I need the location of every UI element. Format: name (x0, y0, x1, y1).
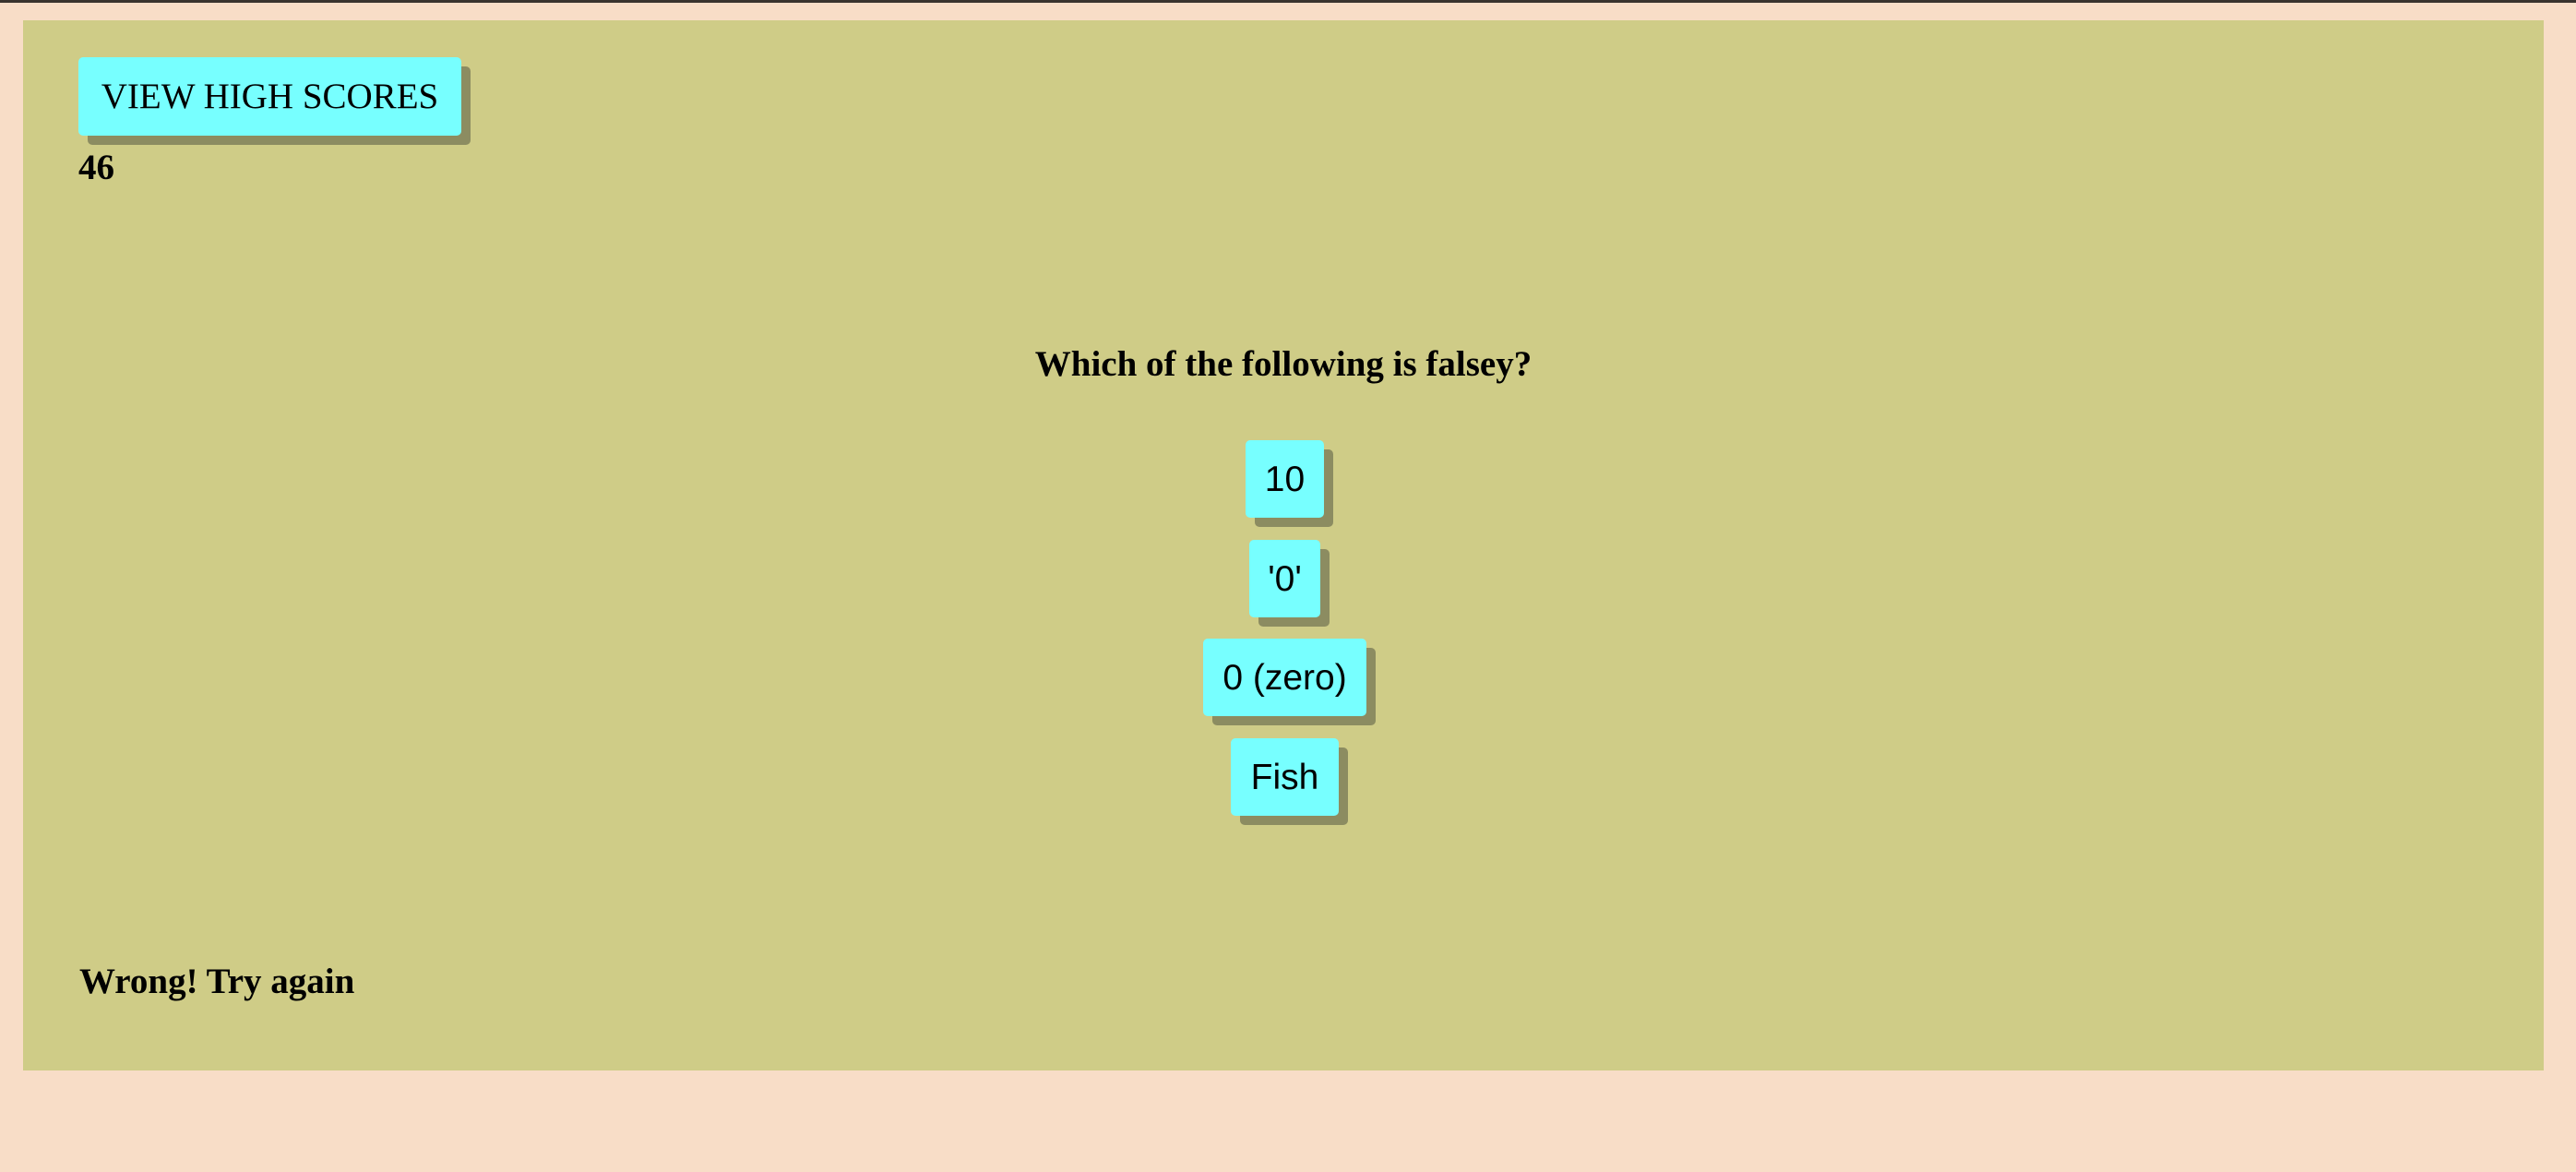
answer-button-10[interactable]: 10 (1246, 440, 1324, 518)
view-high-scores-button[interactable]: VIEW HIGH SCORES (78, 57, 461, 136)
answer-button-zero[interactable]: 0 (zero) (1203, 639, 1366, 716)
question-text: Which of the following is falsey? (1034, 344, 1532, 384)
quiz-panel: VIEW HIGH SCORES 46 Which of the followi… (23, 20, 2544, 1070)
answer-button-fish[interactable]: Fish (1231, 738, 1339, 816)
answer-button-string-zero[interactable]: '0' (1249, 540, 1320, 617)
feedback-message: Wrong! Try again (79, 962, 355, 1001)
timer-value: 46 (78, 148, 114, 187)
top-border-line (0, 0, 2576, 3)
